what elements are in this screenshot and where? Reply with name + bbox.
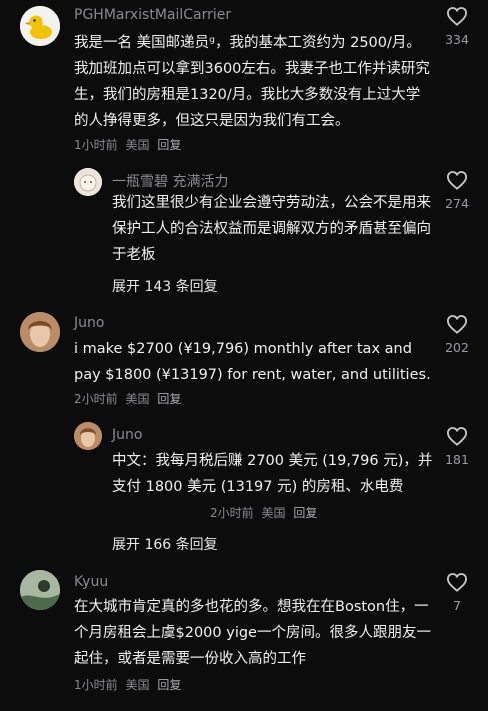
expand-replies-label: 展开 166 条回复 xyxy=(112,537,218,553)
comment-location: 美国 xyxy=(125,392,150,406)
cartoon-avatar-icon xyxy=(74,168,102,196)
like-button[interactable]: 181 xyxy=(440,426,474,467)
comment-username[interactable]: Kyuu xyxy=(74,574,108,590)
comment-item: Kyuu 在大城市肯定真的多也花的多。想我在在Boston住，一个月房租会上虞$… xyxy=(0,568,488,711)
profile-photo-icon xyxy=(20,312,60,352)
like-button[interactable]: 274 xyxy=(440,170,474,211)
like-button[interactable]: 7 xyxy=(440,572,474,613)
reply-location: 美国 xyxy=(261,506,286,520)
reply-button[interactable]: 回复 xyxy=(293,506,317,520)
like-button[interactable]: 334 xyxy=(440,6,474,47)
like-count: 334 xyxy=(445,32,469,47)
like-count: 202 xyxy=(445,340,469,355)
profile-photo-icon xyxy=(74,422,102,450)
reply-time: 2小时前 xyxy=(210,506,254,520)
reply-button[interactable]: 回复 xyxy=(157,392,181,406)
expand-replies-button[interactable]: 展开 166 条回复 xyxy=(112,534,218,554)
comment-text: 我是一名 美国邮递员ᵍ，我的基本工资约为 2500/月。我加班加点可以拿到360… xyxy=(74,35,430,129)
comment-username[interactable]: PGHMarxistMailCarrier xyxy=(74,7,231,23)
comment-time: 2小时前 xyxy=(74,392,118,406)
like-count: 7 xyxy=(453,598,461,613)
heart-outline-icon xyxy=(446,427,468,446)
comment-time: 1小时前 xyxy=(74,678,118,692)
comment-meta: 1小时前 美国 回复 xyxy=(74,136,181,153)
avatar[interactable] xyxy=(20,312,60,352)
duck-avatar-icon xyxy=(20,6,60,46)
comment-text: i make $2700 (¥19,796) monthly after tax… xyxy=(74,341,431,383)
heart-outline-icon xyxy=(446,171,468,190)
reply-avatar[interactable] xyxy=(74,168,102,196)
comment-item: PGHMarxistMailCarrier 我是一名 美国邮递员ᵍ，我的基本工资… xyxy=(0,0,488,310)
reply-text: 中文：我每月税后赚 2700 美元 (19,796 元)，并支付 1800 美元… xyxy=(112,453,433,495)
reply-button[interactable]: 回复 xyxy=(157,138,181,152)
like-button[interactable]: 202 xyxy=(440,314,474,355)
expand-replies-label: 展开 143 条回复 xyxy=(112,279,218,295)
comment-text: 在大城市肯定真的多也花的多。想我在在Boston住，一个月房租会上虞$2000 … xyxy=(74,599,431,667)
reply-text: 我们这里很少有企业会遵守劳动法，公会不是用来保护工人的合法权益而是调解双方的矛盾… xyxy=(112,195,431,263)
comment-meta: 1小时前 美国 回复 xyxy=(74,676,181,693)
reply-username[interactable]: 一瓶雪碧 充满活力 xyxy=(112,171,228,191)
reply-button[interactable]: 回复 xyxy=(157,678,181,692)
reply-meta: 2小时前 美国 回复 xyxy=(210,504,317,521)
comment-username[interactable]: Juno xyxy=(74,315,104,331)
expand-replies-button[interactable]: 展开 143 条回复 xyxy=(112,276,218,296)
like-count: 181 xyxy=(445,452,469,467)
avatar[interactable] xyxy=(20,6,60,46)
heart-outline-icon xyxy=(446,573,468,592)
comment-item: Juno i make $2700 (¥19,796) monthly afte… xyxy=(0,310,488,560)
profile-photo-icon xyxy=(20,570,60,610)
heart-outline-icon xyxy=(446,7,468,26)
heart-outline-icon xyxy=(446,315,468,334)
comment-location: 美国 xyxy=(125,678,150,692)
like-count: 274 xyxy=(445,196,469,211)
comment-time: 1小时前 xyxy=(74,138,118,152)
comment-meta: 2小时前 美国 回复 xyxy=(74,390,181,407)
reply-avatar[interactable] xyxy=(74,422,102,450)
comment-location: 美国 xyxy=(125,138,150,152)
avatar[interactable] xyxy=(20,570,60,610)
reply-username[interactable]: Juno xyxy=(112,427,142,443)
